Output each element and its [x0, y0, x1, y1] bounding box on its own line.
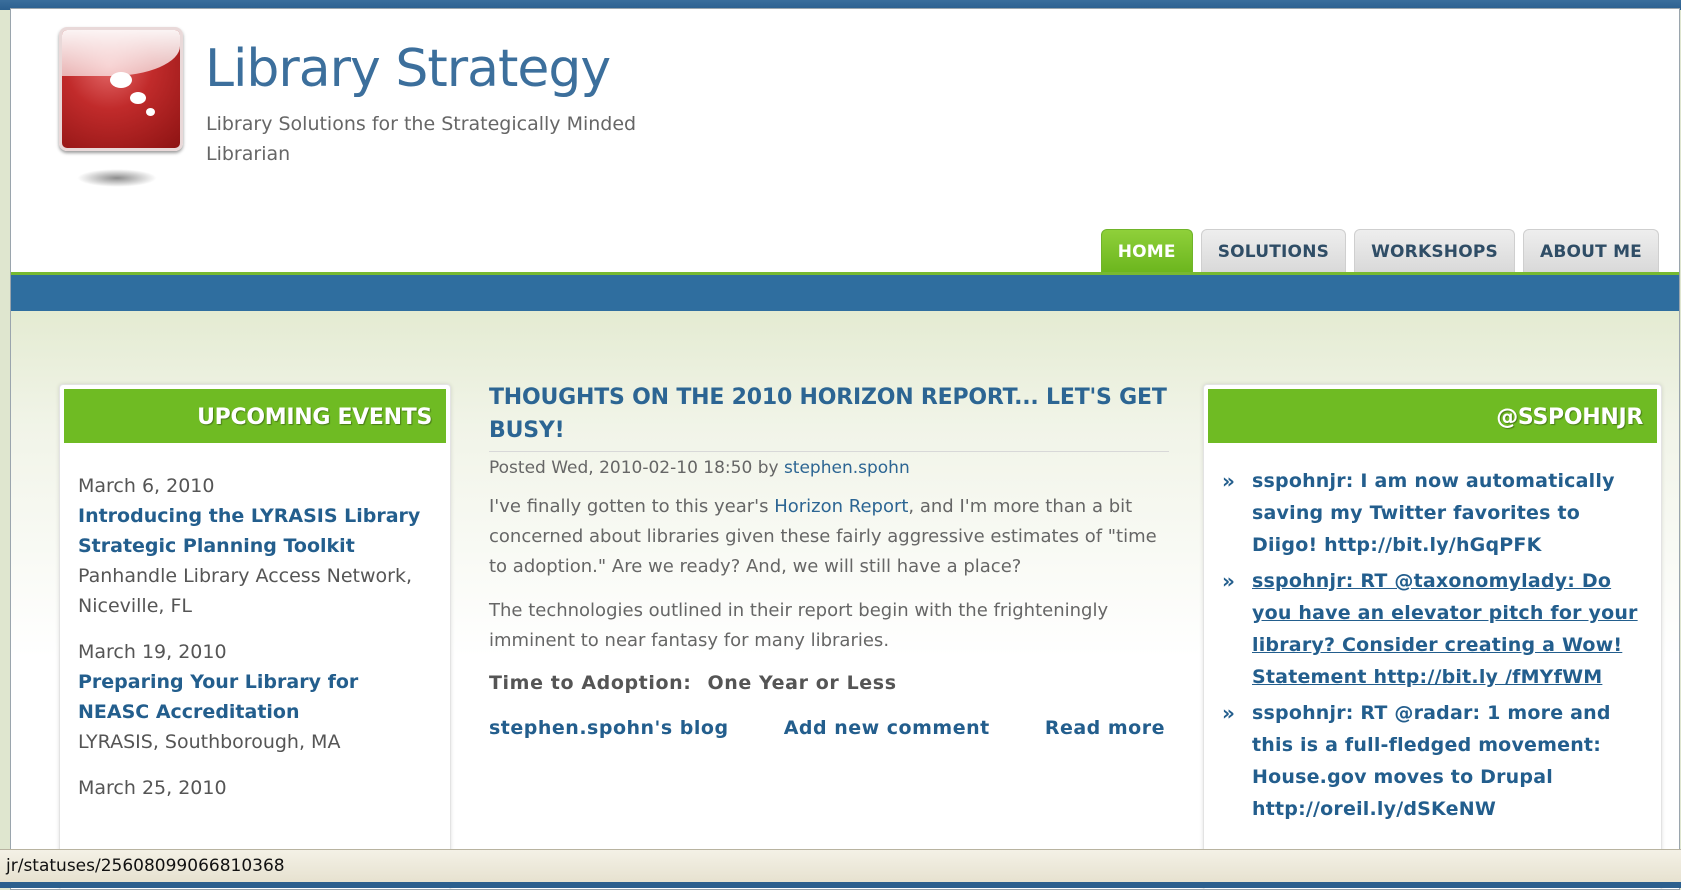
author-blog-link[interactable]: stephen.spohn's blog [489, 717, 729, 739]
event-date: March 19, 2010 [78, 641, 227, 663]
tweet-list: » sspohnjr: I am now automatically savin… [1204, 447, 1661, 825]
events-list: March 6, 2010 Introducing the LYRASIS Li… [60, 447, 450, 803]
event-item: March 19, 2010 Preparing Your Library fo… [78, 637, 432, 757]
upcoming-events-block: UPCOMING EVENTS March 6, 2010 Introducin… [59, 384, 451, 889]
site-logo[interactable] [59, 27, 183, 189]
event-location: LYRASIS, Southborough, MA [78, 731, 341, 753]
tweet-item: » sspohnjr: RT @taxonomylady: Do you hav… [1222, 565, 1651, 693]
adoption-value: One Year or Less [707, 672, 897, 694]
window-bottom-edge [0, 882, 1681, 888]
tweet-item: » sspohnjr: RT @radar: 1 more and this i… [1222, 697, 1651, 825]
browser-status-bar: jr/statuses/25608099066810368 [0, 849, 1681, 883]
event-title-link[interactable]: Introducing the LYRASIS Library Strategi… [78, 501, 432, 561]
event-item: March 6, 2010 Introducing the LYRASIS Li… [78, 471, 432, 621]
tweet-text[interactable]: sspohnjr: RT @radar: 1 more and this is … [1252, 697, 1651, 825]
site-slogan: Library Solutions for the Strategically … [206, 113, 637, 165]
post-body: I've finally gotten to this year's Horiz… [489, 492, 1169, 656]
event-title-link[interactable]: Preparing Your Library for NEASC Accredi… [78, 667, 432, 727]
event-date: March 6, 2010 [78, 475, 215, 497]
adoption-heading: Time to Adoption: One Year or Less [489, 672, 1169, 694]
adoption-label: Time to Adoption: [489, 672, 692, 694]
post-paragraph: I've finally gotten to this year's Horiz… [489, 496, 1157, 577]
tweet-text[interactable]: sspohnjr: RT @taxonomylady: Do you have … [1252, 565, 1651, 693]
status-url: jr/statuses/25608099066810368 [6, 856, 285, 876]
horizon-report-link[interactable]: Horizon Report [774, 496, 908, 517]
event-item: March 25, 2010 [78, 773, 432, 803]
tweet-item: » sspohnjr: I am now automatically savin… [1222, 465, 1651, 561]
twitter-title: @SSPOHNJR [1208, 389, 1657, 443]
post-date: Posted Wed, 2010-02-10 18:50 by [489, 458, 779, 478]
event-location: Panhandle Library Access Network, Nicevi… [78, 565, 413, 617]
tab-home[interactable]: HOME [1100, 229, 1193, 272]
header-band [11, 275, 1679, 311]
add-comment-link[interactable]: Add new comment [784, 717, 990, 739]
post-title-link[interactable]: THOUGHTS ON THE 2010 HORIZON REPORT... L… [489, 381, 1169, 452]
primary-nav: HOME SOLUTIONS WORKSHOPS ABOUT ME [1100, 229, 1659, 272]
read-more-link[interactable]: Read more [1045, 717, 1165, 739]
twitter-block: @SSPOHNJR » sspohnjr: I am now automatic… [1203, 384, 1662, 889]
post-author-link[interactable]: stephen.spohn [784, 458, 910, 478]
bullet-icon: » [1222, 701, 1235, 725]
blog-post: THOUGHTS ON THE 2010 HORIZON REPORT... L… [489, 381, 1169, 744]
bullet-icon: » [1222, 469, 1235, 493]
bullet-icon: » [1222, 569, 1235, 593]
event-date: March 25, 2010 [78, 777, 227, 799]
post-paragraph: The technologies outlined in their repor… [489, 600, 1109, 651]
logo-bubbles-icon [59, 27, 183, 151]
browser-viewport: Library Strategy Library Solutions for t… [10, 8, 1680, 890]
post-meta: Posted Wed, 2010-02-10 18:50 by stephen.… [489, 458, 1169, 478]
tweet-text[interactable]: sspohnjr: I am now automatically saving … [1252, 465, 1651, 561]
upcoming-events-title: UPCOMING EVENTS [64, 389, 446, 443]
tab-solutions[interactable]: SOLUTIONS [1200, 229, 1347, 272]
site-title[interactable]: Library Strategy [205, 39, 611, 99]
tab-workshops[interactable]: WORKSHOPS [1354, 229, 1515, 272]
tab-about-me[interactable]: ABOUT ME [1522, 229, 1659, 272]
post-links: stephen.spohn's blog Add new comment Rea… [489, 712, 1169, 744]
